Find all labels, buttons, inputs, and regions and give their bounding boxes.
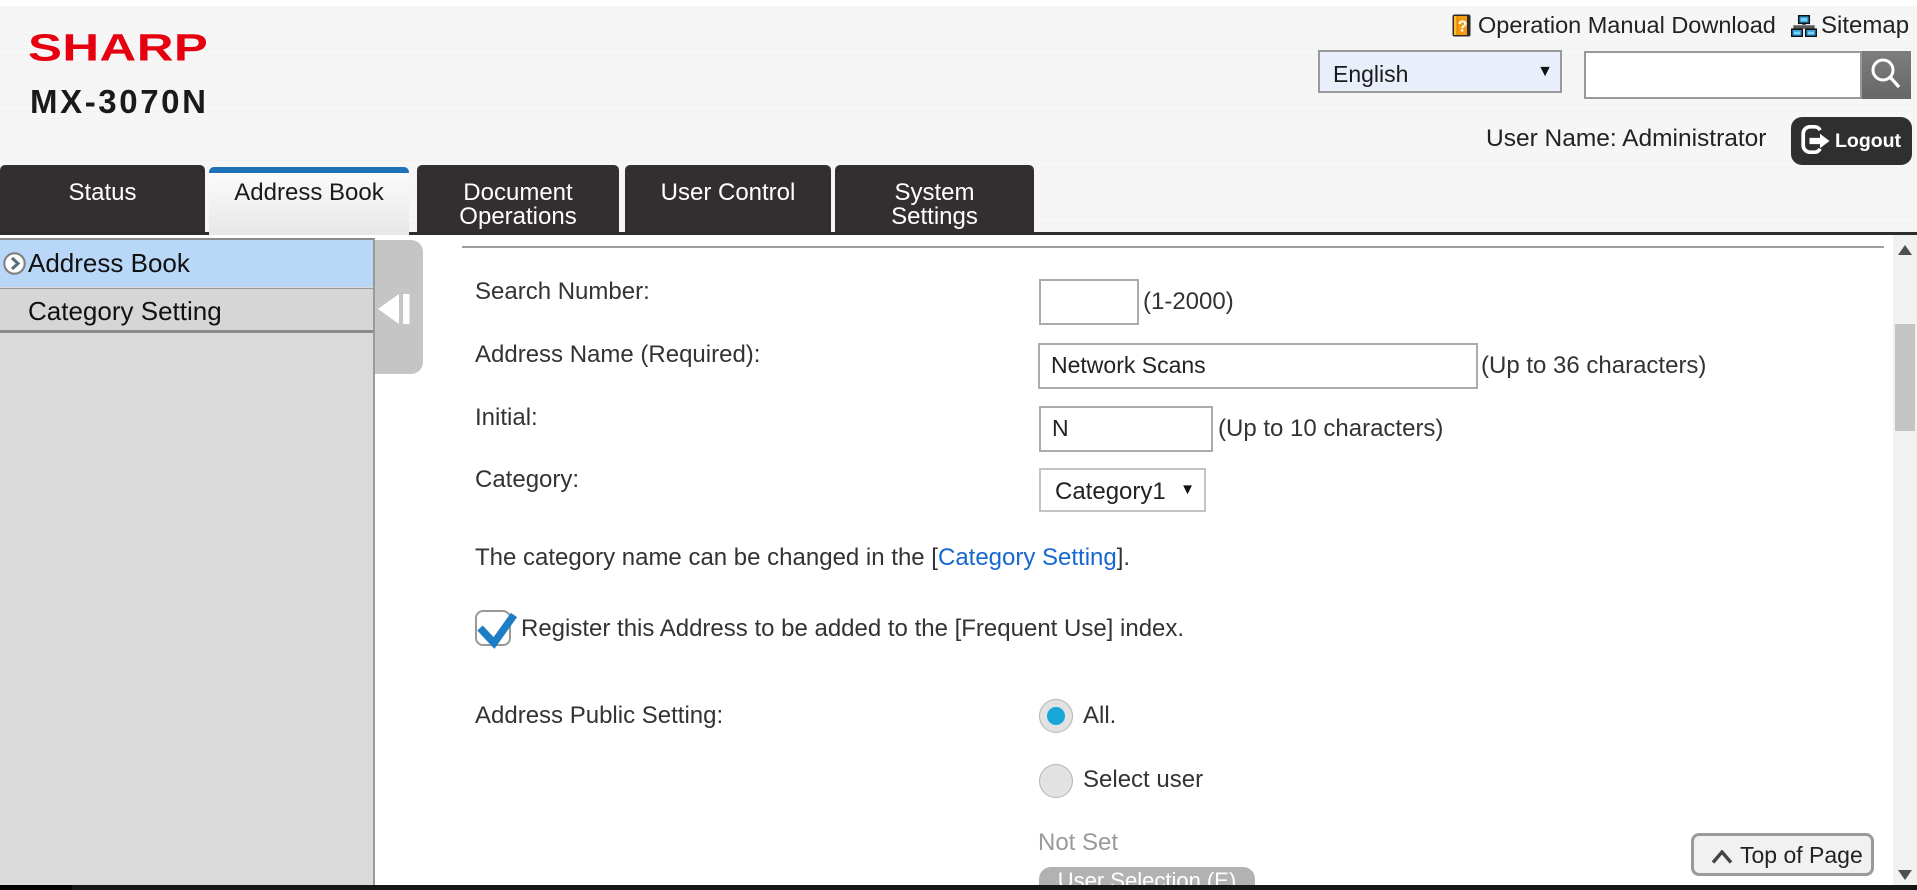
svg-text:?: ?: [1458, 19, 1468, 36]
